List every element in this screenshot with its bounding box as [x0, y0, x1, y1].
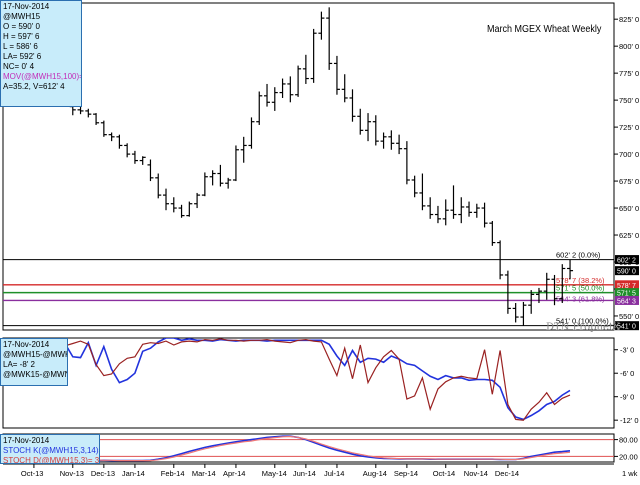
- chart-root: 825' 0 800' 0 775' 0 750' 0 725' 0 700' 0 675'…: [0, 0, 640, 480]
- price-info-last: LA= 592' 6: [3, 52, 42, 61]
- footer-interval-label: 1 wk: [622, 469, 638, 478]
- spread-info-date: 17-Nov-2014: [3, 340, 50, 349]
- price-y-tick-label: 650' 0: [619, 204, 639, 213]
- x-axis-label: Nov-14: [464, 469, 488, 478]
- price-info-alt: A=35.2, V=612' 4: [3, 82, 65, 91]
- x-axis-label: Oct-14: [433, 469, 456, 478]
- price-info-ma: MOV(@MWH15,100)= N/A: [3, 72, 82, 81]
- stoch-y-tick-label: 20.00: [619, 452, 638, 461]
- x-axis-label: Aug-14: [363, 469, 387, 478]
- chart-title: March MGEX Wheat Weekly: [487, 24, 602, 35]
- stoch-y-tick-label: 80.00: [619, 436, 638, 445]
- price-info-net-change: NC= 0' 4: [3, 62, 35, 71]
- spread-info-box: 17-Nov-2014 @MWH15-@MWK15 LA= -8' 2 @MWK…: [0, 338, 68, 386]
- watermark: DTN ProphetX: [546, 322, 621, 333]
- x-axis-label: Dec-13: [91, 469, 115, 478]
- spread-y-tick-label: -9' 0: [620, 393, 634, 402]
- x-axis-label: May-14: [262, 469, 287, 478]
- price-y-tick-label: 675' 0: [619, 177, 639, 186]
- stoch-info-k: STOCH K(@MWH15,3,14)= 40.12: [3, 446, 100, 455]
- chart-svg: 825' 0 800' 0 775' 0 750' 0 725' 0 700' 0 675'…: [2, 2, 639, 478]
- price-info-high: H = 597' 6: [3, 32, 40, 41]
- price-y-tick-label: 800' 0: [619, 42, 639, 51]
- price-y-tick-label: 750' 0: [619, 96, 639, 105]
- spread-y-tick-label: -3' 0: [620, 346, 634, 355]
- price-y-tick-label: 725' 0: [619, 123, 639, 132]
- spread-info-line1: @MWH15-@MWK15: [3, 350, 67, 359]
- spread-info-line3: @MWK15-@MWN15: [3, 370, 67, 379]
- price-y-tick-label: 775' 0: [619, 69, 639, 78]
- pane-frame-2: [2, 337, 615, 429]
- fib-price-tag-label: 564' 3: [617, 298, 636, 305]
- price-y-tick-label: 625' 0: [619, 231, 639, 240]
- spread-info-line2: LA= -8' 2: [3, 360, 35, 369]
- x-axis-label: Sep-14: [394, 469, 418, 478]
- x-axis-label: Feb-14: [161, 469, 185, 478]
- price-info-symbol: @MWH15: [3, 12, 41, 21]
- price-y-tick-label: 700' 0: [619, 150, 639, 159]
- price-y-tick-label: 550' 0: [619, 312, 639, 321]
- x-axis-label: Dec-14: [495, 469, 519, 478]
- x-axis-label: Apr-14: [223, 469, 246, 478]
- spread-y-tick-label: -6' 0: [620, 369, 634, 378]
- fib-level-label: 571' 5 (50.0%): [556, 284, 605, 293]
- x-axis-label: Oct-13: [21, 469, 44, 478]
- fib-price-tag-label: 602' 2: [617, 258, 636, 265]
- price-y-tick-label: 825' 0: [619, 15, 639, 24]
- stoch-info-box: 17-Nov-2014 STOCH K(@MWH15,3,14)= 40.12 …: [0, 434, 100, 464]
- price-info-date: 17-Nov-2014: [3, 2, 50, 11]
- price-info-open: O = 590' 0: [3, 22, 40, 31]
- x-axis-label: Mar-14: [192, 469, 216, 478]
- x-axis-label: Jun-14: [293, 469, 316, 478]
- price-info-low: L = 586' 6: [3, 42, 38, 51]
- fib-level-label: 564' 3 (61.8%): [556, 294, 605, 303]
- stoch-info-date: 17-Nov-2014: [3, 436, 50, 445]
- price-info-box: 17-Nov-2014 @MWH15 O = 590' 0 H = 597' 6…: [0, 0, 82, 107]
- last-price-tag-label: 590' 0: [617, 269, 636, 276]
- stoch-info-d: STOCH D(@MWH15,3)= 34.48: [3, 456, 100, 464]
- spread-y-tick-label: -12' 0: [620, 416, 639, 425]
- x-axis-label: Jul-14: [324, 469, 344, 478]
- x-axis-label: Nov-13: [60, 469, 84, 478]
- pane-frame-1: [2, 2, 615, 331]
- x-axis-label: Jan-14: [122, 469, 145, 478]
- fib-level-label: 602' 2 (0.0%): [556, 251, 601, 260]
